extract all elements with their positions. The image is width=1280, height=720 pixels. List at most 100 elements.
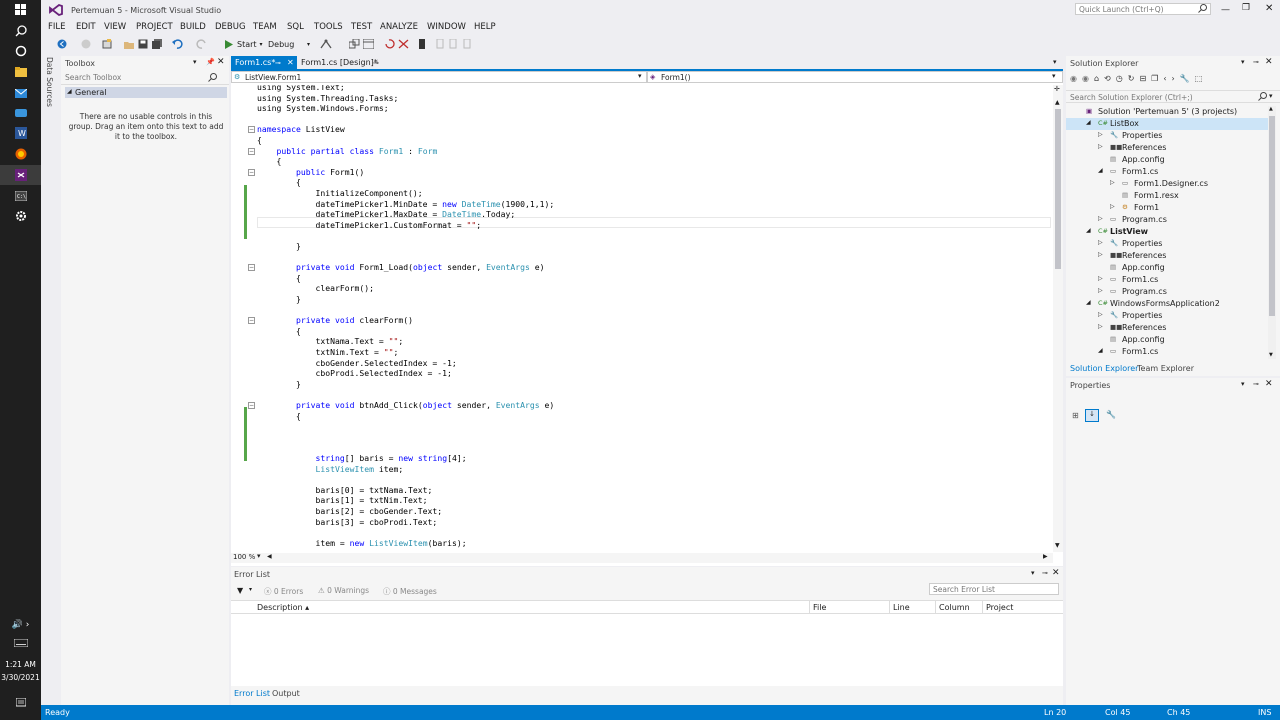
tree-item[interactable]: ▷ ▭ Form1.Designer.cs: [1066, 178, 1270, 190]
vertical-scrollbar[interactable]: ✛ ▲ ▼: [1053, 85, 1063, 552]
panel-dropdown-icon[interactable]: ▾: [193, 58, 197, 66]
code-line[interactable]: dateTimePicker1.MaxDate = DateTime.Today…: [257, 209, 515, 219]
view-code-icon[interactable]: ‹›: [1163, 74, 1179, 83]
solution-tree[interactable]: ▣ Solution 'Pertemuan 5' (3 projects) ◢ C# L…: [1066, 106, 1270, 359]
code-line[interactable]: using System.Text;: [257, 85, 345, 92]
menu-test[interactable]: TEST: [351, 22, 372, 32]
code-line[interactable]: private void Form1_Load(object sender, E…: [257, 262, 545, 272]
tree-item[interactable]: ▤ App.config: [1066, 262, 1270, 274]
collapsed-triangle-icon[interactable]: ▷: [1098, 251, 1103, 258]
warnings-filter-button[interactable]: ⚠ 0 Warnings: [318, 586, 369, 595]
menu-window[interactable]: WINDOW: [427, 22, 466, 32]
column-project[interactable]: Project: [986, 603, 1013, 612]
pin-icon[interactable]: 📌: [206, 58, 215, 66]
tab-output[interactable]: Output: [272, 689, 300, 698]
expanded-triangle-icon[interactable]: ◢: [1098, 347, 1103, 354]
collapsed-triangle-icon[interactable]: ▷: [1098, 215, 1103, 222]
code-line[interactable]: baris[1] = txtNim.Text;: [257, 495, 427, 505]
clock-date[interactable]: 3/30/2021: [0, 673, 41, 682]
code-line[interactable]: namespace ListView: [257, 124, 345, 134]
data-sources-tab[interactable]: Data Sources: [41, 55, 61, 705]
collapsed-triangle-icon[interactable]: ▷: [1098, 323, 1103, 330]
code-line[interactable]: {: [257, 135, 262, 145]
code-line[interactable]: using System.Threading.Tasks;: [257, 93, 398, 103]
filter-icon[interactable]: ▼: [237, 586, 243, 595]
navigate-back-icon[interactable]: [57, 37, 67, 51]
file-explorer-icon[interactable]: [0, 62, 41, 82]
bookmark-icon[interactable]: [419, 37, 426, 51]
close-panel-icon[interactable]: ✕: [1265, 379, 1273, 389]
categorized-icon[interactable]: ⊞: [1072, 411, 1079, 420]
expanded-triangle-icon[interactable]: ◢: [1086, 227, 1091, 234]
code-line[interactable]: using System.Windows.Forms;: [257, 103, 389, 113]
refresh-icon[interactable]: ↻: [1128, 74, 1140, 83]
scrollbar-thumb[interactable]: [1055, 109, 1061, 269]
expanded-triangle-icon[interactable]: ◢: [1086, 119, 1091, 126]
tree-item[interactable]: ▤ App.config: [1066, 154, 1270, 166]
menu-file[interactable]: FILE: [48, 22, 66, 32]
minimize-button[interactable]: —: [1221, 5, 1230, 15]
collapse-block-icon[interactable]: −: [248, 168, 255, 176]
code-area[interactable]: − − − − − − using System.Text; using System.Th…: [231, 85, 1053, 552]
collapse-block-icon[interactable]: −: [248, 402, 255, 409]
refresh-icon[interactable]: [384, 37, 395, 51]
quick-launch-input[interactable]: Quick Launch (Ctrl+Q): [1075, 3, 1211, 15]
code-line[interactable]: cboProdi.SelectedIndex = -1;: [257, 368, 451, 378]
search-icon[interactable]: [208, 73, 217, 84]
toolbox-search[interactable]: Search Toolbox: [61, 71, 229, 85]
tree-item[interactable]: ▷ ▭ Program.cs: [1066, 214, 1270, 226]
save-icon[interactable]: [138, 37, 148, 51]
panel-dropdown-icon[interactable]: ▾: [1241, 58, 1245, 66]
code-line[interactable]: txtNim.Text = "";: [257, 347, 398, 357]
expanded-triangle-icon[interactable]: ◢: [1086, 299, 1091, 306]
notifications-icon[interactable]: [0, 693, 41, 713]
quick-launch-search-icon[interactable]: [1198, 4, 1207, 15]
code-line[interactable]: public Form1(): [257, 167, 364, 177]
undo-icon[interactable]: [172, 37, 183, 51]
code-line[interactable]: cboGender.SelectedIndex = -1;: [257, 358, 456, 368]
bookmark-clear-icon[interactable]: [462, 37, 472, 51]
wrench-icon[interactable]: 🔧: [1180, 74, 1195, 83]
pin-icon[interactable]: ⊸: [275, 56, 281, 70]
collapse-block-icon[interactable]: −: [248, 264, 255, 272]
menu-edit[interactable]: EDIT: [76, 22, 96, 32]
tab-solution-explorer[interactable]: Solution Explorer: [1070, 364, 1138, 373]
code-line[interactable]: txtNama.Text = "";: [257, 336, 403, 346]
app-icon[interactable]: [0, 103, 41, 123]
tree-item[interactable]: ◢ C# ListBox: [1066, 118, 1270, 130]
scroll-up-icon[interactable]: ▲: [1055, 99, 1060, 106]
window-layout-icon[interactable]: [363, 37, 374, 51]
menu-project[interactable]: PROJECT: [136, 22, 173, 32]
visual-studio-icon[interactable]: [0, 165, 41, 185]
code-line[interactable]: item = new ListViewItem(baris);: [257, 538, 466, 548]
tab-error-list[interactable]: Error List: [234, 689, 270, 698]
tree-item[interactable]: ▷ ▭ Program.cs: [1066, 286, 1270, 298]
menu-view[interactable]: VIEW: [104, 22, 126, 32]
scroll-down-icon[interactable]: ▼: [1055, 542, 1060, 549]
tree-item[interactable]: ▤ Form1.resx: [1066, 190, 1270, 202]
terminal-icon[interactable]: C:\: [0, 186, 41, 206]
tree-item[interactable]: ▤ App.config: [1066, 334, 1270, 346]
code-line[interactable]: string[] baris = new string[4];: [257, 453, 466, 463]
tree-item[interactable]: ▷ ■■ References: [1066, 322, 1270, 334]
code-line[interactable]: private void clearForm(): [257, 315, 413, 325]
error-list-search-input[interactable]: Search Error List: [929, 583, 1059, 595]
stop-icon[interactable]: [398, 37, 409, 51]
scroll-left-icon[interactable]: ◀: [267, 553, 272, 560]
chevron-down-icon[interactable]: ▾: [257, 552, 261, 560]
menu-help[interactable]: HELP: [474, 22, 496, 32]
column-description[interactable]: Description ▴: [257, 603, 309, 612]
tree-item[interactable]: ▷ ▭ Form1.cs: [1066, 274, 1270, 286]
tree-item[interactable]: ▷ ■■ References: [1066, 250, 1270, 262]
bookmark-next-icon[interactable]: [448, 37, 458, 51]
tree-item[interactable]: ▷ 🔧 Properties: [1066, 310, 1270, 322]
type-navigation-dropdown[interactable]: ⚙ ListView.Form1 ▾: [231, 71, 647, 83]
close-panel-icon[interactable]: ✕: [217, 57, 225, 67]
code-line[interactable]: }: [257, 294, 301, 304]
menu-team[interactable]: TEAM: [253, 22, 277, 32]
collapsed-triangle-icon[interactable]: ▷: [1098, 275, 1103, 282]
toolbox-group-general[interactable]: ◢ General: [65, 87, 227, 98]
mail-icon[interactable]: [0, 83, 41, 103]
errors-filter-button[interactable]: ⓧ 0 Errors: [264, 586, 303, 597]
zoom-level[interactable]: 100 %: [233, 553, 255, 561]
